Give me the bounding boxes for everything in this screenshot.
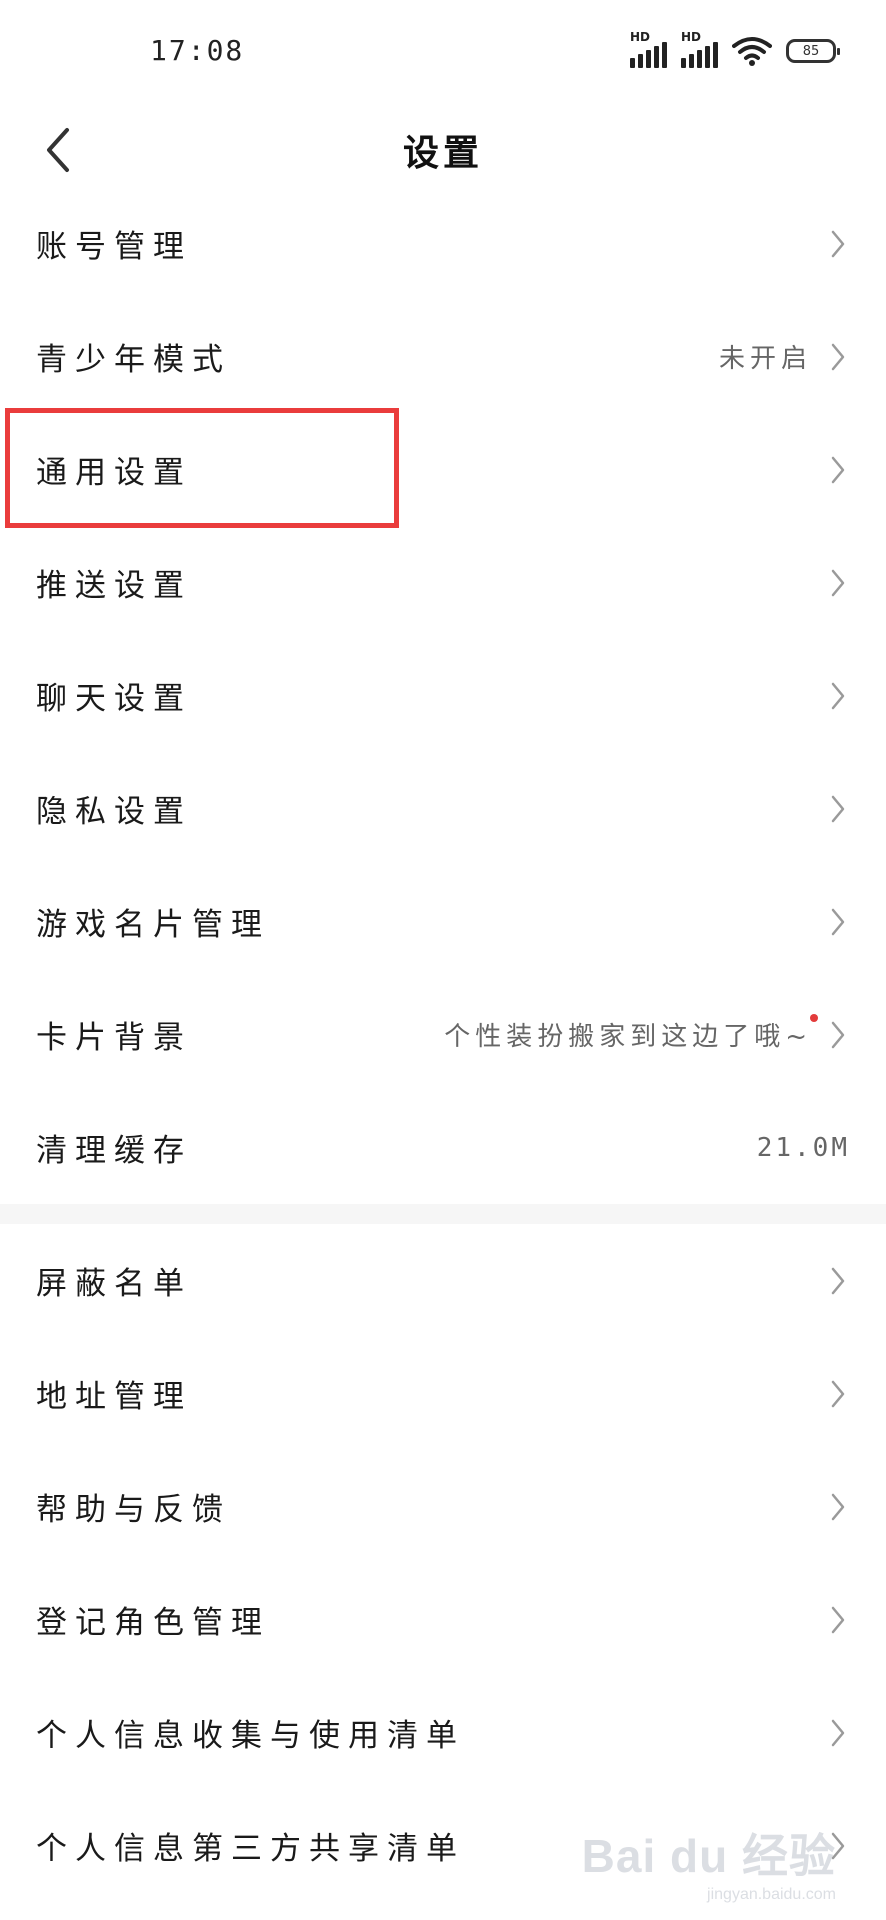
chevron-right-icon xyxy=(826,1716,850,1750)
settings-item-label: 隐私设置 xyxy=(36,794,192,830)
chevron-right-icon xyxy=(826,453,850,487)
item-right xyxy=(826,679,850,713)
status-bar: 17:08 HD HD 85 xyxy=(0,0,886,100)
item-right xyxy=(826,453,850,487)
hd-label: HD xyxy=(681,30,702,44)
card-background-hint: 个性装扮搬家到这边了哦~ xyxy=(444,1014,818,1053)
settings-item-privacy[interactable]: 隐私设置 xyxy=(0,752,886,865)
status-time: 17:08 xyxy=(150,34,245,67)
notification-dot xyxy=(810,1014,818,1022)
settings-item-label: 推送设置 xyxy=(36,568,192,604)
item-right xyxy=(826,1264,850,1298)
settings-item-push[interactable]: 推送设置 xyxy=(0,526,886,639)
chevron-right-icon xyxy=(826,1264,850,1298)
wifi-icon xyxy=(732,37,772,66)
chevron-right-icon xyxy=(826,792,850,826)
settings-item-card-background[interactable]: 卡片背景 个性装扮搬家到这边了哦~ xyxy=(0,978,886,1091)
settings-item-account[interactable]: 账号管理 xyxy=(0,187,886,300)
chevron-right-icon xyxy=(826,905,850,939)
settings-item-label: 登记角色管理 xyxy=(36,1605,270,1641)
battery-icon: 85 xyxy=(786,39,840,63)
settings-item-label: 游戏名片管理 xyxy=(36,907,270,943)
settings-item-label: 个人信息收集与使用清单 xyxy=(36,1718,465,1754)
settings-item-label: 屏蔽名单 xyxy=(36,1266,192,1302)
settings-item-help-feedback[interactable]: 帮助与反馈 xyxy=(0,1450,886,1563)
cache-size: 21.0M xyxy=(756,1132,850,1163)
chevron-right-icon xyxy=(826,1603,850,1637)
hd-signal-icon: HD xyxy=(630,30,667,68)
item-right: 个性装扮搬家到这边了哦~ xyxy=(444,1014,850,1053)
settings-item-chat[interactable]: 聊天设置 xyxy=(0,639,886,752)
settings-item-block-list[interactable]: 屏蔽名单 xyxy=(0,1224,886,1337)
settings-item-label: 通用设置 xyxy=(36,455,192,491)
item-right xyxy=(826,1603,850,1637)
card-background-hint-text: 个性装扮搬家到这边了哦~ xyxy=(444,1022,812,1052)
item-right xyxy=(826,1377,850,1411)
settings-item-role-management[interactable]: 登记角色管理 xyxy=(0,1563,886,1676)
item-right xyxy=(826,227,850,261)
watermark-logo: Bai du 经验 xyxy=(581,1830,836,1882)
settings-item-teen-mode[interactable]: 青少年模式 未开启 xyxy=(0,300,886,413)
settings-item-label: 清理缓存 xyxy=(36,1133,192,1169)
chevron-right-icon xyxy=(826,1377,850,1411)
settings-item-label: 个人信息第三方共享清单 xyxy=(36,1831,465,1867)
teen-mode-status: 未开启 xyxy=(718,344,812,374)
chevron-right-icon xyxy=(826,340,850,374)
page-title: 设置 xyxy=(402,133,483,174)
settings-item-label: 地址管理 xyxy=(36,1379,192,1415)
hd-label: HD xyxy=(630,30,651,44)
settings-item-label: 帮助与反馈 xyxy=(36,1492,231,1528)
hd-signal-icon: HD xyxy=(681,30,718,68)
chevron-right-icon xyxy=(826,679,850,713)
chevron-right-icon xyxy=(826,1018,850,1052)
settings-item-address[interactable]: 地址管理 xyxy=(0,1337,886,1450)
chevron-right-icon xyxy=(826,227,850,261)
settings-item-label: 卡片背景 xyxy=(36,1020,192,1056)
item-right xyxy=(826,1490,850,1524)
settings-item-general[interactable]: 通用设置 xyxy=(0,413,886,526)
item-right: 21.0M xyxy=(757,1133,850,1163)
item-right xyxy=(826,792,850,826)
battery-level: 85 xyxy=(802,43,820,59)
settings-item-info-collection[interactable]: 个人信息收集与使用清单 xyxy=(0,1676,886,1789)
settings-list: 账号管理 青少年模式 未开启 通用设置 推送设置 聊天设置 隐私设置 游戏名片管… xyxy=(0,187,886,1902)
item-right: 未开启 xyxy=(719,338,850,375)
watermark-url: jingyan.baidu.com xyxy=(707,1886,836,1903)
watermark: Bai du 经验 jingyan.baidu.com xyxy=(581,1820,836,1903)
status-icons: HD HD 85 xyxy=(630,30,840,68)
section-divider xyxy=(0,1204,886,1224)
item-right xyxy=(826,905,850,939)
settings-item-label: 青少年模式 xyxy=(36,342,231,378)
settings-item-game-card[interactable]: 游戏名片管理 xyxy=(0,865,886,978)
settings-item-label: 聊天设置 xyxy=(36,681,192,717)
chevron-right-icon xyxy=(826,566,850,600)
settings-item-label: 账号管理 xyxy=(36,229,192,265)
chevron-right-icon xyxy=(826,1490,850,1524)
item-right xyxy=(826,1716,850,1750)
settings-item-clear-cache[interactable]: 清理缓存 21.0M xyxy=(0,1091,886,1204)
item-right xyxy=(826,566,850,600)
